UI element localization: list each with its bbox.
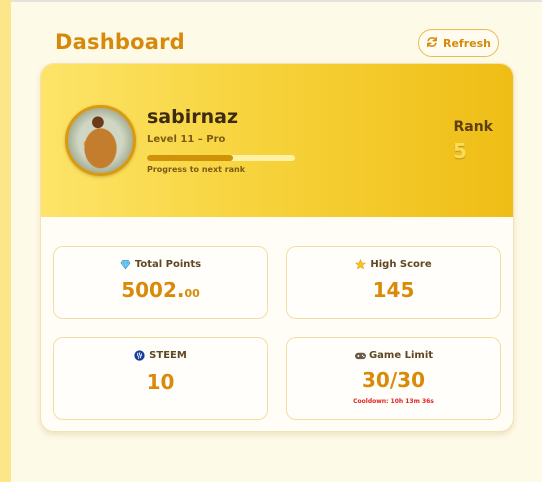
star-icon	[355, 259, 367, 270]
level-label: Level 11 – Pro	[147, 134, 226, 145]
gamepad-icon	[354, 350, 366, 361]
steem-logo-icon	[134, 350, 145, 361]
username: sabirnaz	[147, 106, 239, 128]
rank-value: 5	[453, 139, 467, 163]
top-divider	[0, 0, 542, 2]
game-limit-value: 30/30	[362, 368, 425, 392]
gem-icon	[120, 259, 131, 270]
refresh-label: Refresh	[443, 36, 491, 50]
avatar[interactable]	[65, 105, 136, 176]
high-score-value: 145	[372, 278, 415, 302]
total-points-value: 5002.00	[54, 278, 267, 302]
steem-label: STEEM	[149, 350, 187, 361]
dashboard-card: sabirnaz Level 11 – Pro Progress to next…	[40, 63, 514, 432]
total-points-decimal: 00	[184, 287, 200, 300]
game-limit-card: Game Limit 30/30 Cooldown: 10h 13m 36s	[286, 337, 501, 420]
rank-progress-bar	[147, 155, 295, 161]
total-points-integer: 5002.	[121, 278, 185, 302]
total-points-label: Total Points	[134, 259, 202, 270]
refresh-icon	[426, 36, 438, 51]
refresh-button[interactable]: Refresh	[418, 29, 499, 57]
total-points-card: Total Points 5002.00	[53, 246, 268, 319]
game-limit-label: Game Limit	[368, 350, 434, 361]
high-score-card: High Score 145	[286, 246, 501, 319]
high-score-label: High Score	[370, 259, 432, 270]
progress-label: Progress to next rank	[147, 165, 246, 174]
steem-card: STEEM 10	[53, 337, 268, 420]
page-title: Dashboard	[55, 30, 185, 54]
rank-progress-fill	[147, 155, 233, 161]
sidebar-strip	[0, 0, 11, 482]
profile-banner: sabirnaz Level 11 – Pro Progress to next…	[41, 64, 513, 217]
cooldown-timer: Cooldown: 10h 13m 36s	[353, 398, 434, 405]
steem-value: 10	[146, 370, 175, 394]
rank-label: Rank	[453, 119, 493, 135]
